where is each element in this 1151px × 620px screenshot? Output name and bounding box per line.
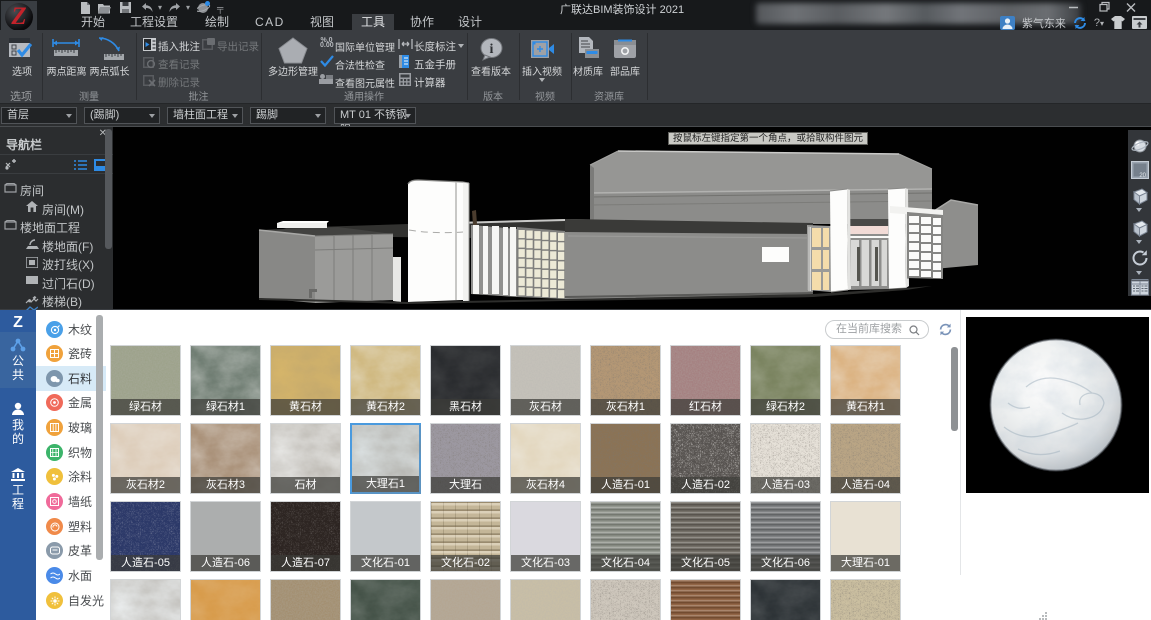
svg-text:i: i [490,42,494,57]
svg-text:20: 20 [1139,173,1146,179]
